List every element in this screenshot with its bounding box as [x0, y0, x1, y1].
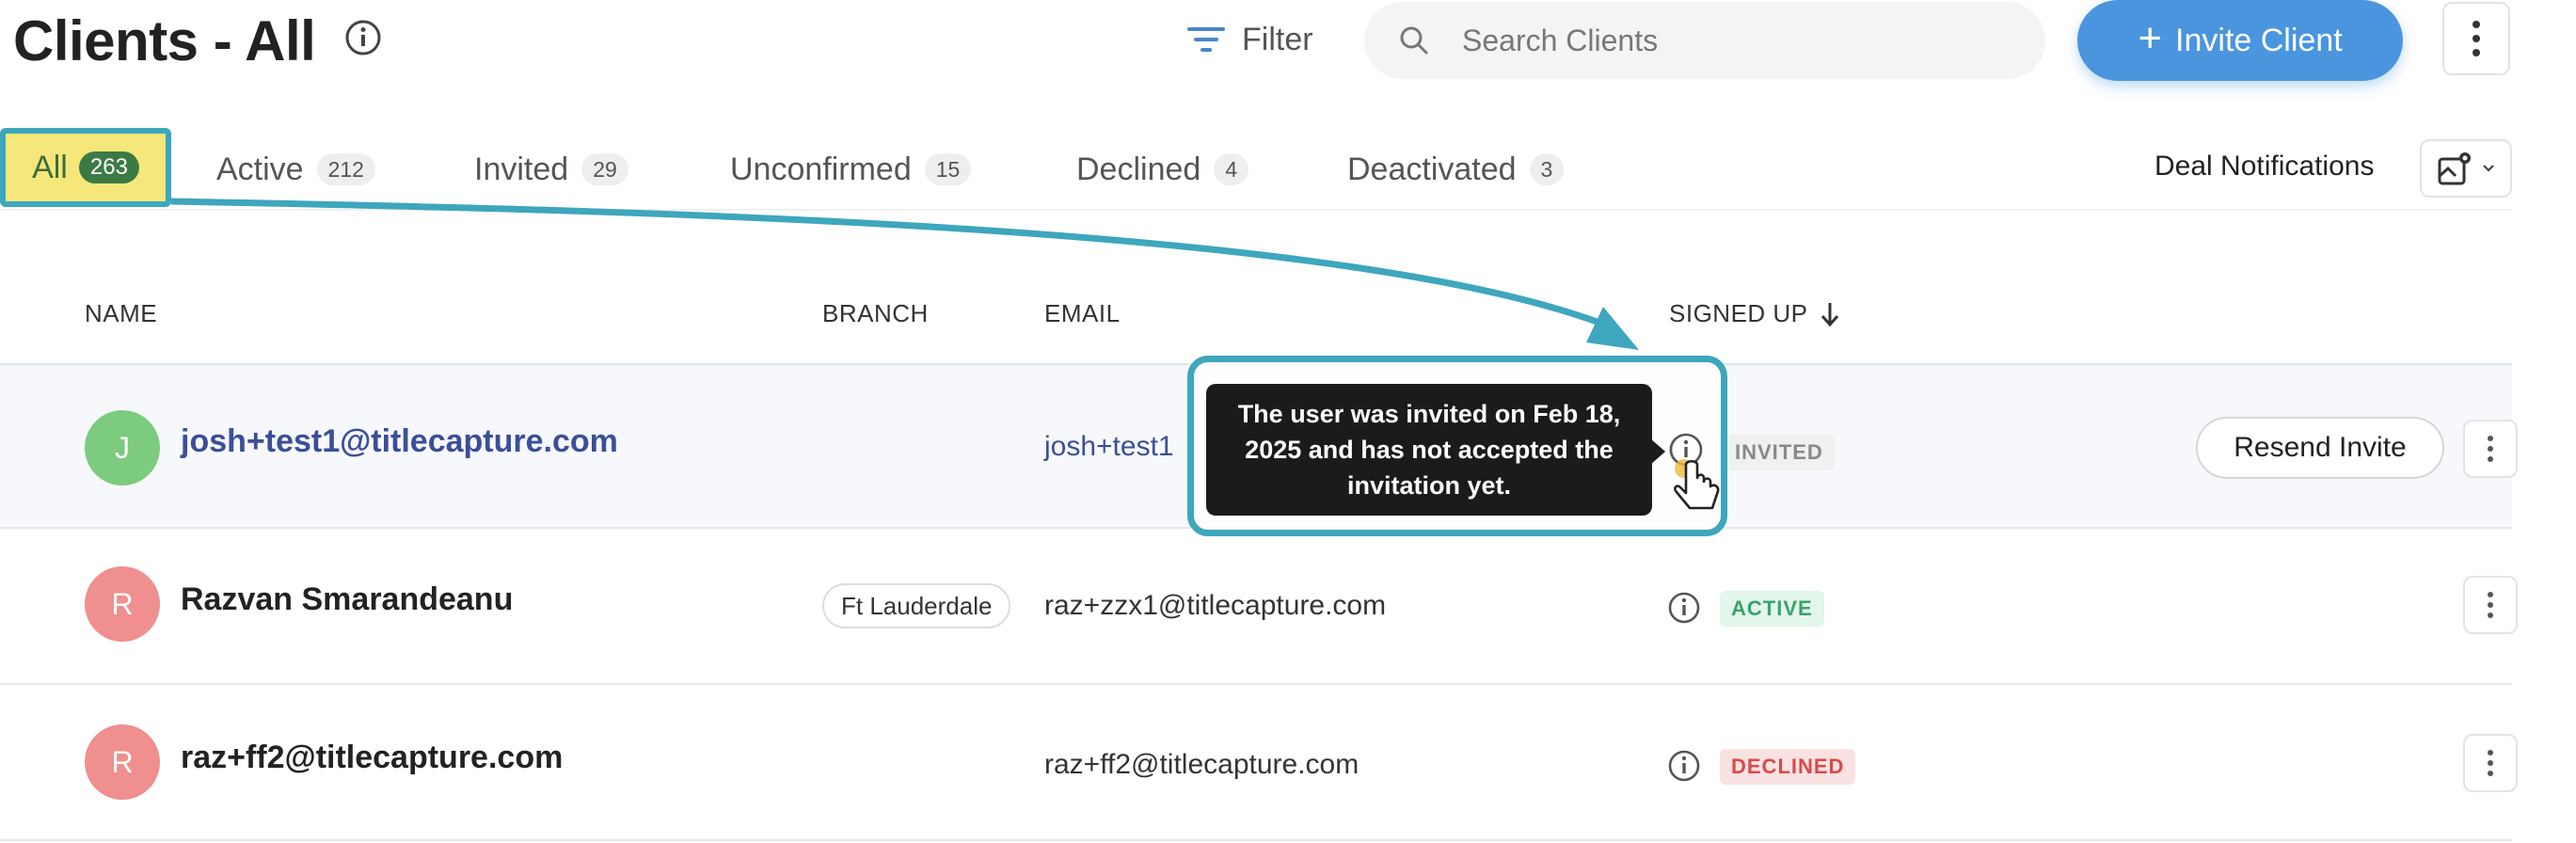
client-email[interactable]: raz+ff2@titlecapture.com	[1044, 749, 1359, 781]
tooltip: The user was invited on Feb 18, 2025 and…	[1206, 384, 1652, 516]
client-name[interactable]: Razvan Smarandeanu	[181, 581, 513, 618]
column-header-email[interactable]: EMAIL	[1044, 299, 1121, 328]
branch-chip: Ft Lauderdale	[822, 583, 1011, 628]
status-badge: ACTIVE	[1720, 591, 1824, 627]
kebab-icon	[2488, 750, 2493, 776]
pointer-cursor-icon	[1674, 459, 1720, 510]
column-header-signed-up[interactable]: SIGNED UP	[1669, 299, 1840, 328]
column-header-name[interactable]: NAME	[85, 299, 157, 328]
row-more-button[interactable]	[2463, 420, 2518, 478]
avatar: J	[85, 410, 160, 485]
column-header-branch[interactable]: BRANCH	[822, 299, 929, 328]
avatar: R	[85, 566, 160, 642]
client-email[interactable]: raz+zzx1@titlecapture.com	[1044, 590, 1386, 622]
status-badge: DECLINED	[1720, 749, 1856, 785]
client-email[interactable]: josh+test1	[1044, 431, 1174, 463]
resend-invite-button[interactable]: Resend Invite	[2196, 417, 2444, 479]
row-more-button[interactable]	[2463, 576, 2518, 634]
kebab-icon	[2488, 592, 2493, 618]
status-badge: INVITED	[1724, 435, 1835, 470]
arrow-down-icon	[1821, 302, 1838, 326]
info-icon[interactable]	[1667, 591, 1701, 625]
row-divider	[0, 683, 2512, 685]
kebab-icon	[2488, 436, 2493, 462]
tooltip-arrow	[1650, 438, 1665, 465]
row-divider	[0, 839, 2512, 841]
client-name[interactable]: josh+test1@titlecapture.com	[181, 423, 618, 460]
client-name[interactable]: raz+ff2@titlecapture.com	[181, 740, 563, 776]
avatar: R	[85, 724, 160, 800]
info-icon[interactable]	[1667, 749, 1701, 783]
column-header-signed-up-label: SIGNED UP	[1669, 299, 1808, 327]
row-more-button[interactable]	[2463, 734, 2518, 792]
